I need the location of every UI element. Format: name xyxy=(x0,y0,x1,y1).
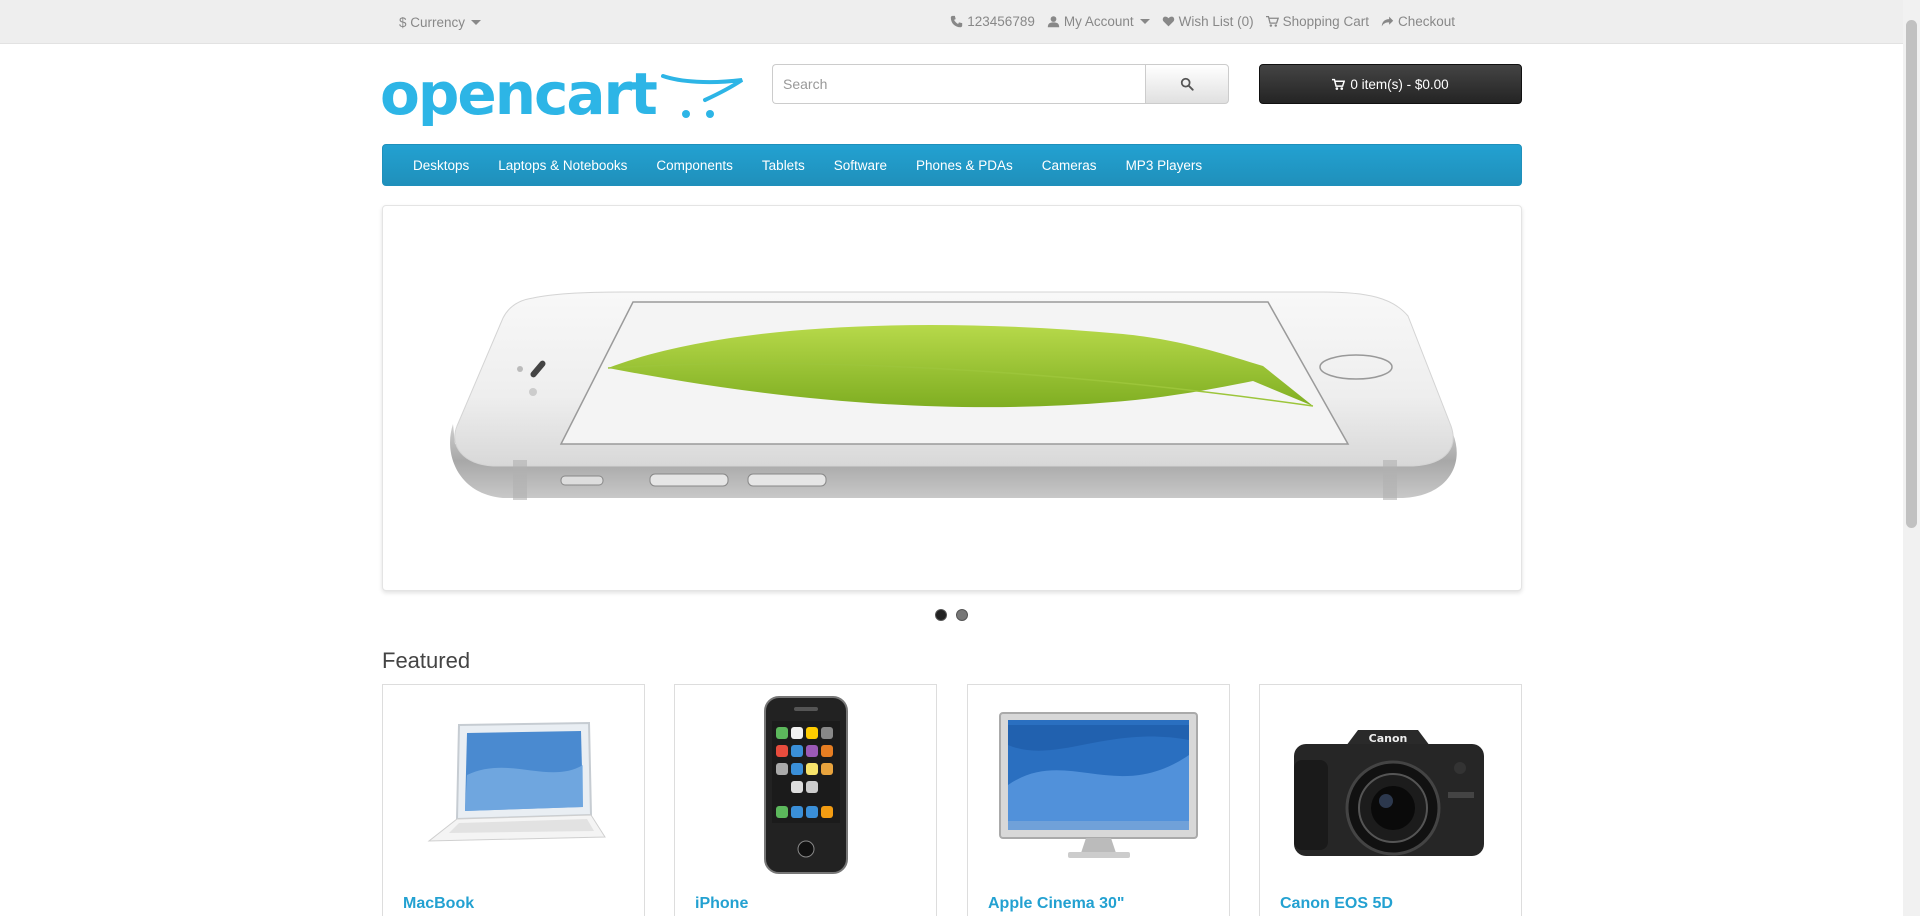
search-button[interactable] xyxy=(1145,64,1229,104)
logo-text: opencart xyxy=(380,62,657,128)
product-image-link[interactable] xyxy=(383,685,644,885)
page-scrollbar[interactable] xyxy=(1903,0,1920,916)
shopping-cart-icon xyxy=(1265,15,1279,27)
product-name-link[interactable]: iPhone xyxy=(695,895,748,913)
menu-item-components[interactable]: Components xyxy=(656,158,733,173)
currency-dropdown[interactable]: $ Currency xyxy=(399,12,482,32)
product-name-link[interactable]: MacBook xyxy=(403,895,474,913)
top-links: 123456789 My Account Wish List (0) Shopp… xyxy=(950,10,1455,32)
product-card: iPhone xyxy=(674,684,937,916)
product-card: Apple Cinema 30" xyxy=(967,684,1230,916)
opencart-logo[interactable]: opencart xyxy=(380,62,745,138)
main-menu: Desktops Laptops & Notebooks Components … xyxy=(382,144,1522,186)
shopping-cart-label: Shopping Cart xyxy=(1282,13,1369,29)
phone-link[interactable]: 123456789 xyxy=(950,14,1035,29)
slide-dot-1[interactable] xyxy=(935,609,947,621)
wish-list-link[interactable]: Wish List (0) xyxy=(1162,14,1254,29)
monitor-icon xyxy=(999,712,1198,858)
camera-icon: Canon xyxy=(1294,729,1484,856)
wish-list-label: Wish List (0) xyxy=(1178,13,1254,29)
slide-dot-2[interactable] xyxy=(956,609,968,621)
product-name-link[interactable]: Canon EOS 5D xyxy=(1280,895,1393,913)
scrollbar-thumb[interactable] xyxy=(1906,20,1917,528)
shopping-cart-link[interactable]: Shopping Cart xyxy=(1265,13,1369,29)
menu-item-software[interactable]: Software xyxy=(834,158,887,173)
phone-number: 123456789 xyxy=(967,13,1035,29)
cart-total: 0 item(s) - $0.00 xyxy=(1350,76,1449,92)
product-card: MacBook xyxy=(382,684,645,916)
chevron-down-icon xyxy=(471,19,482,25)
cart-button[interactable]: 0 item(s) - $0.00 xyxy=(1259,64,1522,104)
currency-label: $ Currency xyxy=(399,14,466,30)
menu-item-laptops-notebooks[interactable]: Laptops & Notebooks xyxy=(498,158,627,173)
my-account-label: My Account xyxy=(1063,13,1134,29)
user-icon xyxy=(1047,15,1060,27)
product-card: Canon Canon EOS 5D xyxy=(1259,684,1522,916)
iphone-banner-image xyxy=(450,291,1457,500)
product-image-link[interactable]: Canon xyxy=(1260,685,1521,885)
top-bar: $ Currency 123456789 My Account Wish Lis… xyxy=(0,0,1903,44)
menu-item-phones-pdas[interactable]: Phones & PDAs xyxy=(916,158,1013,173)
laptop-icon xyxy=(427,721,606,842)
svg-text:Canon: Canon xyxy=(1369,732,1408,745)
my-account-dropdown[interactable]: My Account xyxy=(1047,14,1150,29)
search-bar xyxy=(772,64,1229,104)
menu-item-mp3-players[interactable]: MP3 Players xyxy=(1126,158,1203,173)
product-image-link[interactable] xyxy=(675,685,936,885)
menu-item-cameras[interactable]: Cameras xyxy=(1042,158,1097,173)
phone-icon xyxy=(763,695,848,874)
featured-heading: Featured xyxy=(382,648,471,673)
shopping-cart-icon xyxy=(1332,78,1346,90)
menu-item-tablets[interactable]: Tablets xyxy=(762,158,805,173)
phone-icon xyxy=(951,15,963,27)
slideshow[interactable] xyxy=(382,205,1522,591)
heart-icon xyxy=(1162,16,1174,26)
chevron-down-icon xyxy=(1139,18,1150,24)
search-input[interactable] xyxy=(772,64,1145,104)
search-icon xyxy=(1180,77,1194,91)
share-icon xyxy=(1381,16,1394,26)
slideshow-pagination xyxy=(935,609,968,621)
checkout-link[interactable]: Checkout xyxy=(1381,14,1455,29)
checkout-label: Checkout xyxy=(1397,13,1455,29)
product-image-link[interactable] xyxy=(968,685,1229,885)
menu-item-desktops[interactable]: Desktops xyxy=(413,158,469,173)
product-name-link[interactable]: Apple Cinema 30" xyxy=(988,895,1125,913)
